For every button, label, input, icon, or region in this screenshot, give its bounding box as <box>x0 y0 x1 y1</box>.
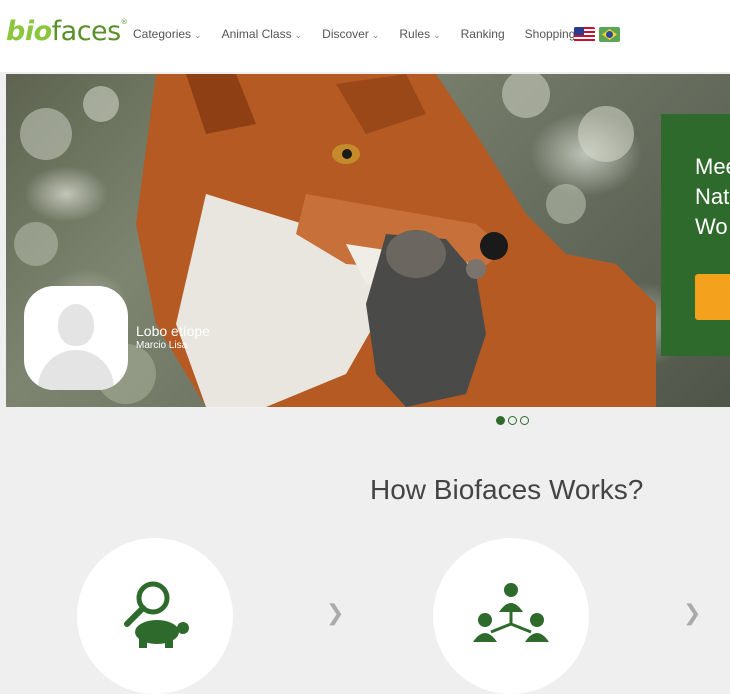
photographer-avatar[interactable] <box>24 286 128 390</box>
photo-author[interactable]: Marcio Lisa <box>136 340 187 351</box>
nav-label: Rules <box>399 27 431 41</box>
nav-label: Categories <box>133 27 192 41</box>
nav-label: Animal Class <box>221 27 292 41</box>
slider-dot-2[interactable] <box>508 416 517 425</box>
next-step-arrow-1[interactable]: ❯ <box>326 600 344 626</box>
step-card-search <box>77 538 233 694</box>
chevron-down-icon: ⌄ <box>294 30 303 40</box>
logo-bio: bio <box>6 16 52 47</box>
community-network-icon <box>473 583 549 642</box>
site-header: biofaces® Categories ⌄ Animal Class ⌄ Disc… <box>0 0 730 72</box>
photo-title[interactable]: Lobo etíope <box>136 323 210 339</box>
slider-dot-1[interactable] <box>496 416 505 425</box>
slider-dot-3[interactable] <box>520 416 529 425</box>
hero-slider[interactable]: Mee Nat Wo Lobo etíope Marcio Lisa <box>6 74 730 407</box>
promo-line-2: Nat <box>695 184 730 209</box>
slider-pagination <box>496 416 529 425</box>
nav-categories[interactable]: Categories ⌄ <box>133 27 202 41</box>
promo-line-1: Mee <box>695 154 730 179</box>
chevron-down-icon: ⌄ <box>371 30 380 40</box>
nav-animal-class[interactable]: Animal Class ⌄ <box>222 27 303 41</box>
nav-label: Discover <box>322 27 369 41</box>
us-flag-icon[interactable] <box>574 27 595 42</box>
nav-label: Shopping <box>524 27 576 41</box>
nav-discover[interactable]: Discover ⌄ <box>322 27 379 41</box>
biofaces-logo[interactable]: biofaces® <box>6 16 128 47</box>
nav-rules[interactable]: Rules ⌄ <box>399 27 440 41</box>
magnifier-turtle-icon <box>124 581 189 648</box>
how-it-works-title: How Biofaces Works? <box>370 474 644 505</box>
avatar-body <box>38 350 114 390</box>
nav-shopping[interactable]: Shopping <box>525 27 576 41</box>
nav-label: Ranking <box>460 27 505 41</box>
logo-registered-mark: ® <box>120 18 128 26</box>
logo-faces: faces <box>51 16 122 47</box>
main-nav: Categories ⌄ Animal Class ⌄ Discover ⌄ Rule… <box>133 27 595 41</box>
chevron-down-icon: ⌄ <box>194 30 202 40</box>
avatar-head <box>58 304 94 346</box>
br-flag-icon[interactable] <box>599 27 620 42</box>
promo-line-3: Wo <box>695 214 728 239</box>
slide-promo-card: Mee Nat Wo <box>661 114 730 356</box>
next-step-arrow-2[interactable]: ❯ <box>683 600 701 626</box>
language-switcher <box>574 27 620 42</box>
promo-cta-button[interactable] <box>695 274 730 320</box>
nav-ranking[interactable]: Ranking <box>461 27 505 41</box>
chevron-down-icon: ⌄ <box>433 30 441 40</box>
step-card-community <box>433 538 589 694</box>
